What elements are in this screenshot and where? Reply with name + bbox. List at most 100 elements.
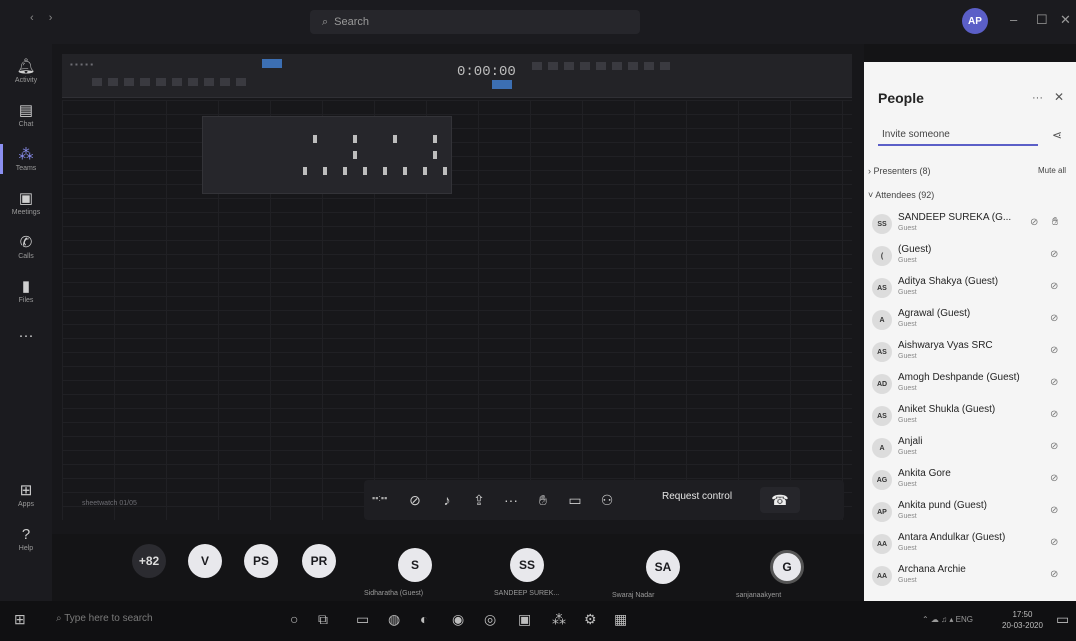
attendee-avatar: AA bbox=[872, 566, 892, 586]
mic-muted-icon: ⊘ bbox=[1030, 217, 1039, 228]
attendee-row[interactable]: A Anjali Guest ⊘ bbox=[864, 434, 1076, 464]
participant-avatar[interactable]: V bbox=[188, 544, 222, 578]
mic-muted-icon[interactable]: ♪ bbox=[436, 489, 458, 511]
rail-label: Meetings bbox=[11, 208, 41, 216]
attendee-row[interactable]: AP Ankita pund (Guest) Guest ⊘ bbox=[864, 498, 1076, 528]
windows-start-icon[interactable]: ⊞ bbox=[14, 611, 26, 628]
attendee-name: Archana Archie bbox=[898, 564, 966, 575]
shared-app-toolbar: ▪ ▪ ▪ ▪ ▪ 0:00:00 bbox=[62, 54, 852, 98]
taskbar-clock[interactable]: 17:50 20-03-2020 bbox=[1002, 609, 1043, 631]
rail-label: Help bbox=[18, 544, 34, 552]
camera-off-icon[interactable]: ⊘ bbox=[404, 489, 426, 511]
attendee-role: Guest bbox=[898, 353, 917, 360]
participant-avatar[interactable]: PR bbox=[302, 544, 336, 578]
rail-item-apps[interactable]: ⊞ Apps bbox=[0, 472, 52, 518]
attendee-row[interactable]: AS Aditya Shakya (Guest) Guest ⊘ bbox=[864, 274, 1076, 304]
people-panel-title: People bbox=[878, 90, 924, 106]
attendee-role: Guest bbox=[898, 385, 917, 392]
rail-item-chat[interactable]: ▤ Chat bbox=[0, 92, 52, 138]
presenters-section-toggle[interactable]: › Presenters (8) bbox=[868, 166, 931, 176]
attendee-row[interactable]: SS SANDEEP SUREKA (G... Guest ⊘ ✋︎ bbox=[864, 210, 1076, 240]
mute-all-button[interactable]: Mute all bbox=[1038, 166, 1066, 175]
rail-label: Activity bbox=[14, 76, 38, 84]
attendee-row[interactable]: ( (Guest) Guest ⊘ bbox=[864, 242, 1076, 272]
hang-up-button[interactable]: ☎ bbox=[760, 487, 800, 513]
app-icon[interactable]: ◎ bbox=[484, 611, 496, 628]
rail-label: Calls bbox=[18, 252, 34, 260]
participant-avatar[interactable]: G bbox=[770, 550, 804, 584]
rail-item-activity[interactable]: 🔔︎ Activity bbox=[0, 48, 52, 94]
raise-hand-icon[interactable]: ✋︎ bbox=[532, 489, 554, 511]
store-icon[interactable]: ▣ bbox=[518, 611, 531, 628]
attendee-row[interactable]: AS Aishwarya Vyas SRC Guest ⊘ bbox=[864, 338, 1076, 368]
participants-icon[interactable]: ⚇ bbox=[596, 489, 618, 511]
attendee-row[interactable]: AS Aniket Shukla (Guest) Guest ⊘ bbox=[864, 402, 1076, 432]
attendee-row[interactable]: AG Ankita Gore Guest ⊘ bbox=[864, 466, 1076, 496]
participant-avatar[interactable]: PS bbox=[244, 544, 278, 578]
attendee-role: Guest bbox=[898, 545, 917, 552]
participant-avatar[interactable]: S bbox=[398, 548, 432, 582]
settings-icon[interactable]: ⚙ bbox=[584, 611, 597, 628]
attendee-role: Guest bbox=[898, 577, 917, 584]
browser-icon[interactable]: ◍ bbox=[388, 611, 400, 628]
close-window-icon[interactable]: ✕ bbox=[1060, 12, 1071, 28]
search-input[interactable]: ⌕ Search bbox=[310, 10, 640, 34]
app-icon[interactable]: ▦ bbox=[614, 611, 627, 628]
participant-avatar[interactable]: SA bbox=[646, 550, 680, 584]
shared-timer: 0:00:00 bbox=[457, 64, 516, 80]
attendee-row[interactable]: A Agrawal (Guest) Guest ⊘ bbox=[864, 306, 1076, 336]
invite-someone-input[interactable]: Invite someone bbox=[878, 124, 1038, 146]
attendees-section-toggle[interactable]: ˅ Attendees (92) bbox=[868, 190, 934, 200]
overflow-participants[interactable]: +82 bbox=[132, 544, 166, 578]
shared-screen: ▪ ▪ ▪ ▪ ▪ 0:00:00 sheetwatch 01/05 bbox=[52, 44, 864, 534]
hang-up-icon: ☎ bbox=[771, 491, 789, 508]
file-explorer-icon[interactable]: ▭ bbox=[356, 611, 369, 628]
task-view-icon[interactable]: ⧉ bbox=[318, 611, 328, 628]
rail-item-meetings[interactable]: ▣ Meetings bbox=[0, 180, 52, 226]
mic-muted-icon: ⊘ bbox=[1050, 377, 1059, 388]
attendee-name: Ankita pund (Guest) bbox=[898, 500, 987, 511]
rail-item-help[interactable]: ? Help bbox=[0, 516, 52, 562]
bell-icon: 🔔︎ bbox=[16, 57, 36, 75]
meeting-control-bar: ▪▪:▪▪ ⊘ ♪ ⇪ ··· ✋︎ ▭ ⚇ Request control ☎ bbox=[364, 480, 844, 520]
share-screen-icon[interactable]: ⇪ bbox=[468, 489, 490, 511]
attendee-role: Guest bbox=[898, 513, 917, 520]
rail-item-teams[interactable]: ⁂ Teams bbox=[0, 136, 52, 182]
request-control-button[interactable]: Request control bbox=[662, 491, 732, 502]
app-icon[interactable]: ◐ bbox=[420, 611, 428, 627]
participant-avatar[interactable]: SS bbox=[510, 548, 544, 582]
share-invite-icon[interactable]: ⋖ bbox=[1052, 128, 1062, 142]
attendee-row[interactable]: AA Archana Archie Guest ⊘ bbox=[864, 562, 1076, 592]
attendee-row[interactable]: AA Antara Andulkar (Guest) Guest ⊘ bbox=[864, 530, 1076, 560]
participant-name: sanjanaakyent bbox=[736, 592, 782, 599]
rail-item-files[interactable]: ▮ Files bbox=[0, 268, 52, 314]
attendee-row[interactable]: AD Amogh Deshpande (Guest) Guest ⊘ bbox=[864, 370, 1076, 400]
attendee-avatar: ( bbox=[872, 246, 892, 266]
rail-item-calls[interactable]: ✆ Calls bbox=[0, 224, 52, 270]
more-actions-icon[interactable]: ··· bbox=[500, 489, 522, 511]
app-icon[interactable]: ◉ bbox=[452, 611, 464, 628]
taskbar-search-input[interactable]: ⌕ Type here to search bbox=[56, 613, 153, 624]
shared-sheet-label: sheetwatch 01/05 bbox=[82, 500, 137, 507]
rail-label: Files bbox=[18, 296, 34, 304]
shared-spreadsheet-grid bbox=[62, 100, 852, 520]
rail-label: Apps bbox=[18, 500, 34, 508]
attendee-name: Antara Andulkar (Guest) bbox=[898, 532, 1006, 543]
participant-name: SANDEEP SUREK... bbox=[494, 590, 560, 597]
attendee-name: SANDEEP SUREKA (G... bbox=[898, 212, 1012, 223]
maximize-icon[interactable]: ☐ bbox=[1036, 12, 1048, 28]
close-icon[interactable]: ✕ bbox=[1054, 90, 1064, 104]
chat-icon[interactable]: ▭ bbox=[564, 489, 586, 511]
back-forward-icon[interactable]: ‹ › bbox=[30, 12, 58, 24]
attendee-avatar: AA bbox=[872, 534, 892, 554]
user-avatar[interactable]: AP bbox=[962, 8, 988, 34]
minimize-icon[interactable]: – bbox=[1010, 12, 1017, 27]
more-apps-button[interactable]: ··· bbox=[0, 312, 52, 358]
cortana-icon[interactable]: ○ bbox=[290, 611, 298, 627]
app-rail: 🔔︎ Activity ▤ Chat ⁂ Teams ▣ Meetings ✆ … bbox=[0, 44, 52, 601]
notifications-icon[interactable]: ▭ bbox=[1056, 611, 1069, 628]
system-tray[interactable]: ⌃ ☁ ♫ ▴ ENG bbox=[922, 615, 973, 624]
teams-taskbar-icon[interactable]: ⁂ bbox=[552, 611, 566, 628]
clock-date: 20-03-2020 bbox=[1002, 621, 1043, 630]
more-options-icon[interactable]: ··· bbox=[1032, 92, 1043, 104]
